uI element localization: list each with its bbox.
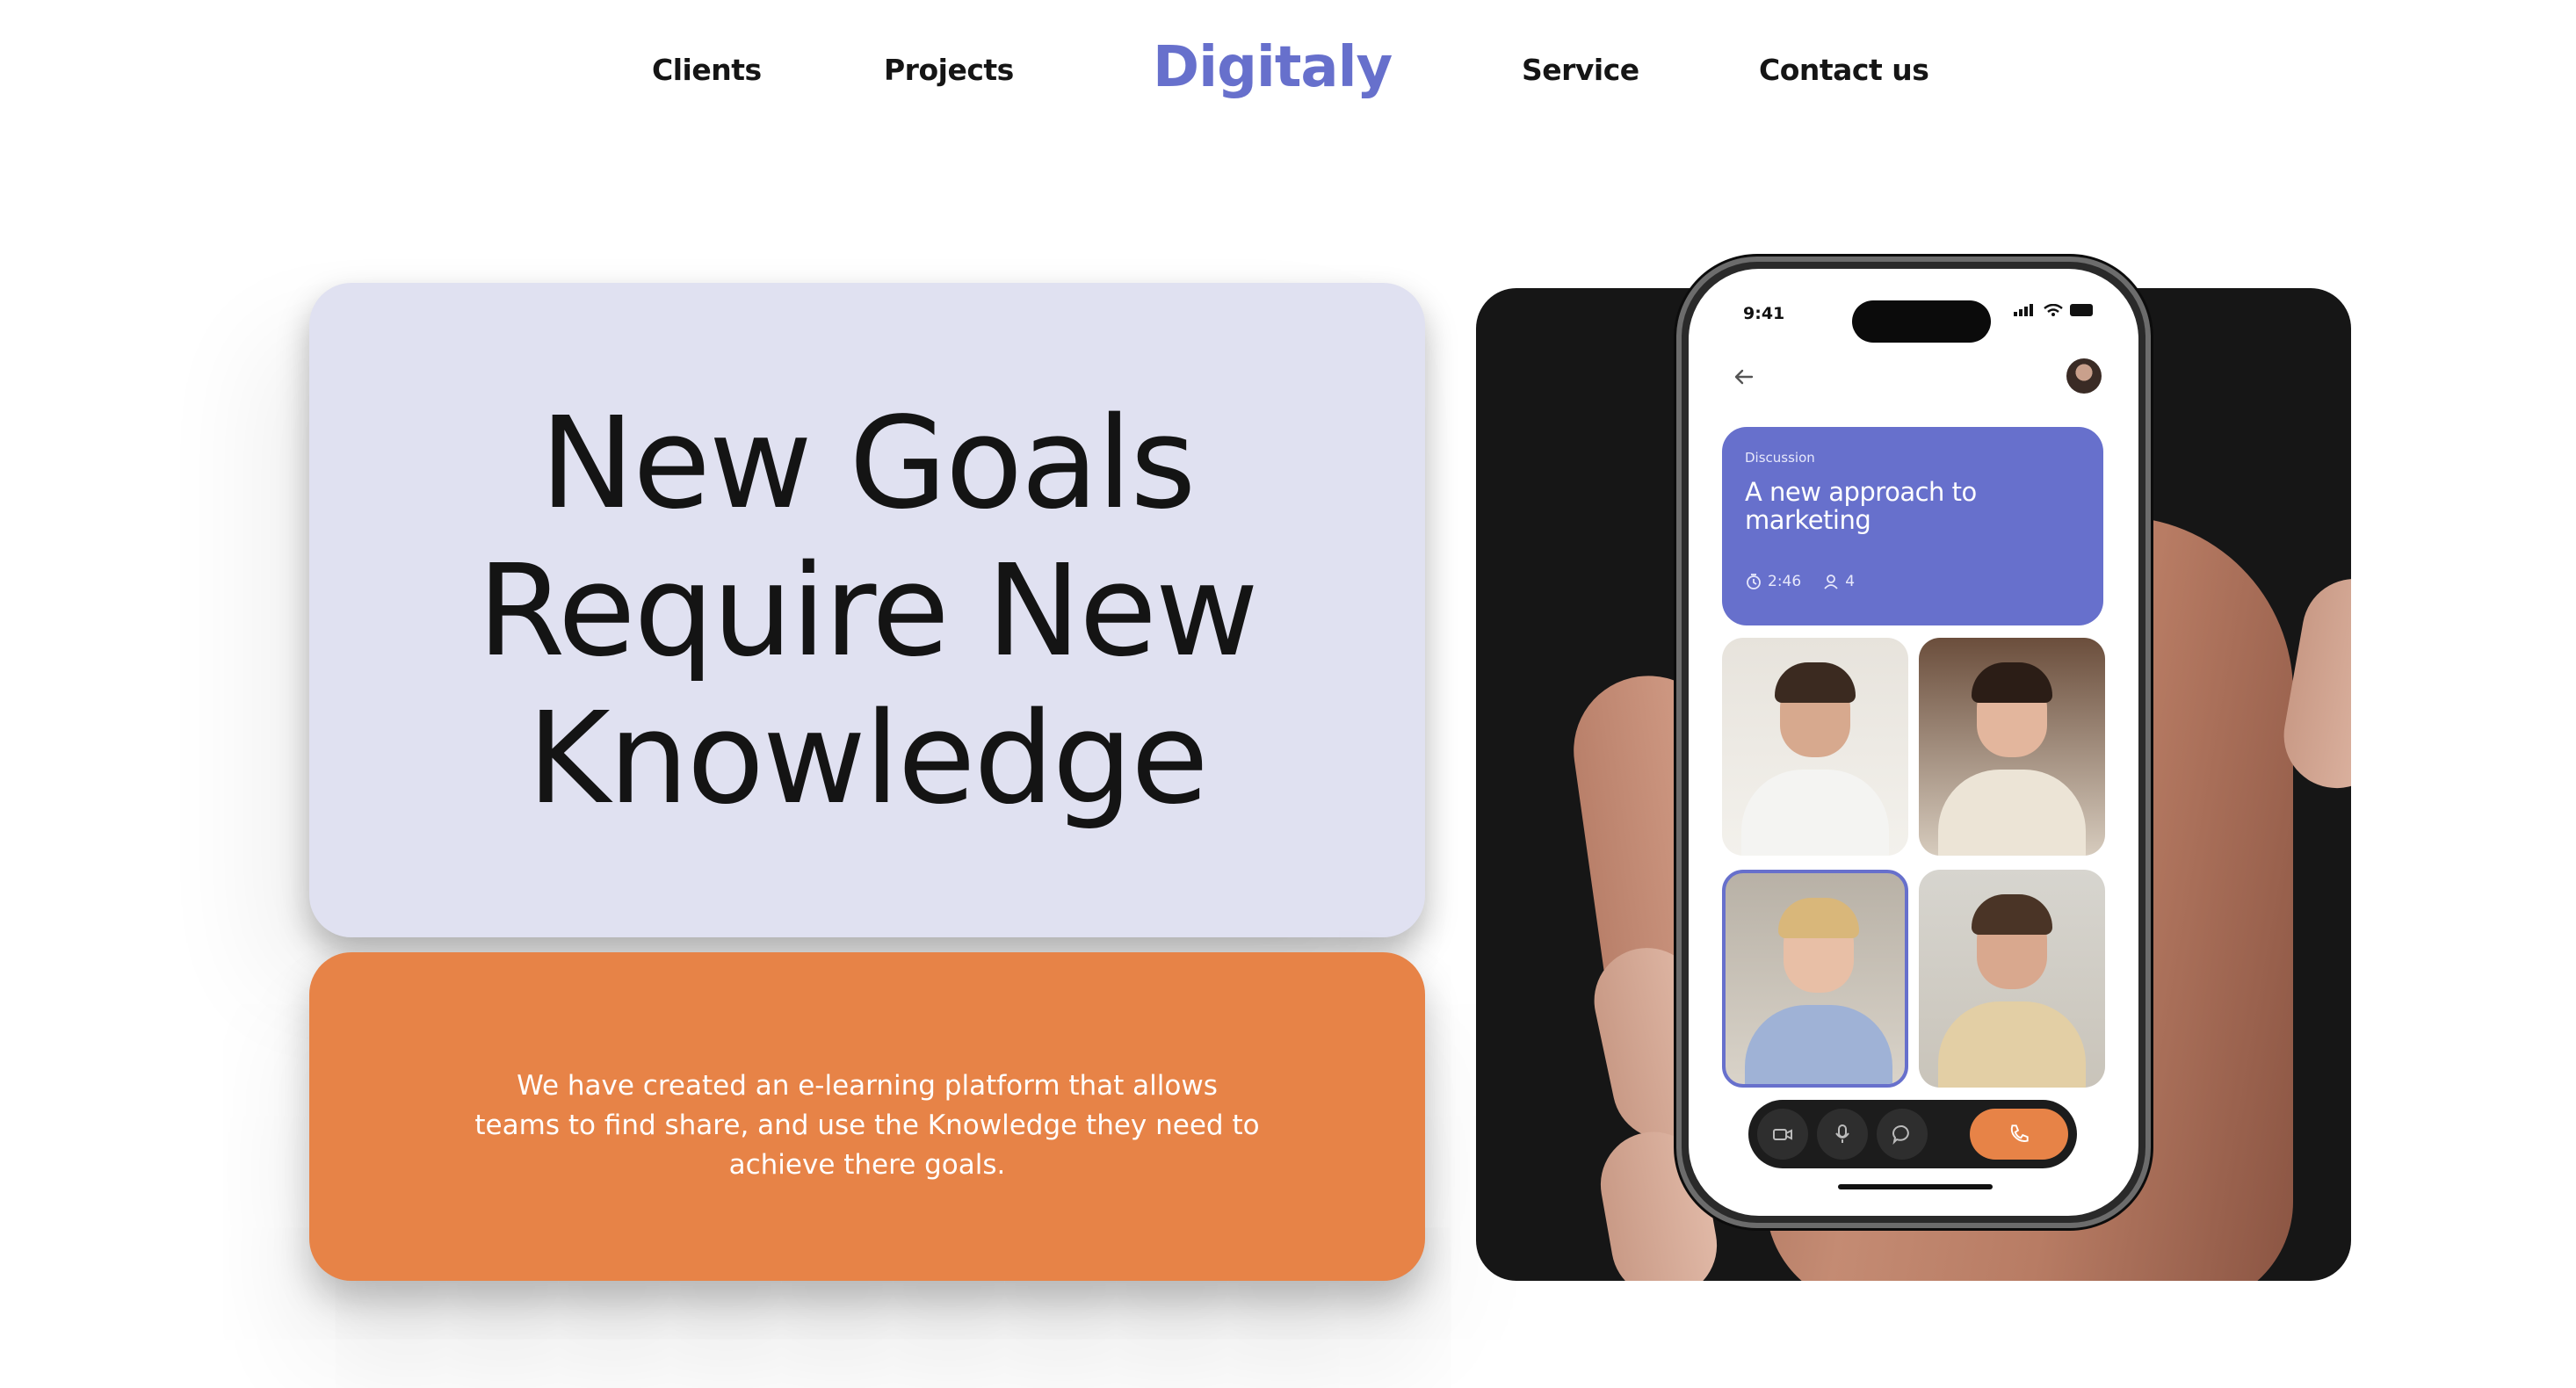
end-call-button[interactable]	[1970, 1109, 2068, 1160]
nav-link-service[interactable]: Service	[1522, 53, 1639, 87]
call-controls	[1748, 1100, 2077, 1168]
participant-video-tile[interactable]	[1919, 638, 2105, 856]
duration: 2:46	[1745, 573, 1801, 590]
participant-video-tile-active[interactable]	[1722, 870, 1908, 1088]
nav-link-projects[interactable]: Projects	[884, 53, 1014, 87]
chat-button[interactable]	[1877, 1109, 1928, 1160]
camera-icon	[1773, 1129, 1792, 1140]
participant-body	[1938, 770, 2086, 856]
participant-video-tile[interactable]	[1722, 638, 1908, 856]
nav-link-contact-us[interactable]: Contact us	[1759, 53, 1929, 87]
battery-icon	[2070, 304, 2093, 316]
description-card: We have created an e-learning platform t…	[309, 952, 1425, 1281]
camera-button[interactable]	[1757, 1109, 1808, 1160]
top-navigation: Clients Projects Digitaly Service Contac…	[0, 0, 2576, 149]
logo[interactable]: Digitaly	[1153, 35, 1393, 100]
chat-icon	[1892, 1124, 1909, 1146]
hero-headline: New Goals Require New Knowledge	[477, 388, 1258, 832]
wifi-icon	[2044, 304, 2063, 316]
participant-body	[1741, 770, 1889, 856]
hero-description: We have created an e-learning platform t…	[474, 1069, 1260, 1181]
back-arrow-icon[interactable]	[1731, 364, 1757, 390]
discussion-card[interactable]: Discussion A new approach to marketing 2…	[1722, 427, 2103, 625]
phone-screen: 9:41 Discussion A new approach to market…	[1689, 269, 2138, 1216]
microphone-icon	[1835, 1124, 1849, 1143]
participant-hair	[1972, 894, 2052, 935]
participant-video-tile[interactable]	[1919, 870, 2105, 1088]
user-icon	[1824, 575, 1838, 589]
headline-card: New Goals Require New Knowledge	[309, 283, 1425, 937]
participant-hair	[1775, 662, 1856, 703]
participant-body	[1745, 1005, 1892, 1084]
phone-icon	[2010, 1124, 2029, 1142]
status-time: 9:41	[1743, 304, 1785, 323]
microphone-button[interactable]	[1817, 1109, 1868, 1160]
phone-mockup: 9:41 Discussion A new approach to market…	[1676, 257, 2151, 1228]
status-icons	[2014, 304, 2093, 316]
participants: 4	[1822, 573, 1855, 590]
duration-value: 2:46	[1768, 573, 1802, 590]
nav-link-clients[interactable]: Clients	[652, 53, 762, 87]
clock-icon	[1747, 574, 1761, 589]
participant-hair	[1778, 898, 1859, 938]
home-indicator	[1838, 1184, 1993, 1189]
discussion-label: Discussion	[1745, 450, 1815, 466]
participant-hair	[1972, 662, 2052, 703]
participant-body	[1938, 1001, 2086, 1088]
discussion-meta: 2:46 4	[1745, 573, 1855, 590]
avatar[interactable]	[2066, 358, 2102, 394]
signal-icon	[2014, 304, 2033, 316]
discussion-title: A new approach to marketing	[1745, 477, 1977, 535]
dynamic-island	[1852, 300, 1991, 343]
participants-value: 4	[1845, 573, 1856, 590]
